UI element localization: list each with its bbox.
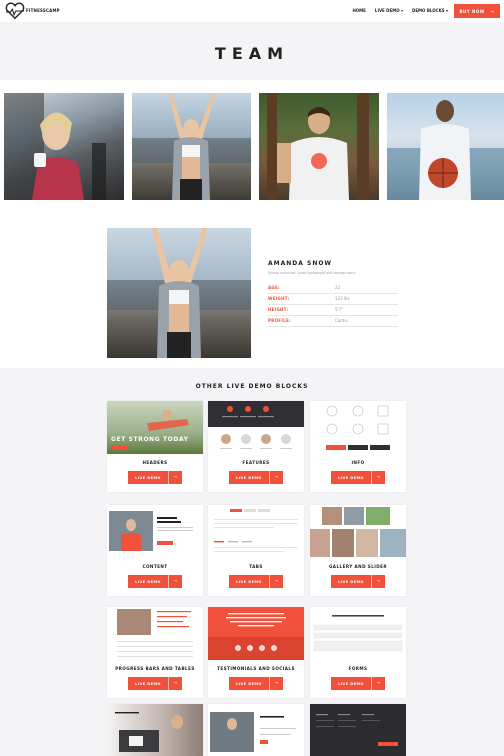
nav-links: HOME LIVE DEMO ▾ DEMO BLOCKS ▾: [352, 8, 448, 13]
live-demo-label: LIVE DEMO: [135, 681, 161, 686]
demo-card-progress[interactable]: PROGRESS BARS AND TABLES LIVE DEMO →: [107, 607, 203, 698]
arrow-right-icon: →: [168, 471, 182, 484]
card-label: INFO: [351, 460, 365, 465]
team-photo-man-basketball[interactable]: [387, 93, 504, 200]
live-demo-label: LIVE DEMO: [236, 475, 262, 480]
arrow-right-icon: →: [269, 677, 283, 690]
live-demo-label: LIVE DEMO: [338, 475, 364, 480]
member-info-row: AGE: 22: [268, 284, 398, 294]
info-value-profile: Cardio: [335, 318, 348, 323]
card-thumbnail: GET STRONG TODAY: [107, 401, 203, 454]
member-info-row: HEIGHT: 5'7": [268, 306, 398, 316]
card-label: FEATURES: [242, 460, 270, 465]
arrow-right-icon: →: [371, 471, 385, 484]
demo-card-partial[interactable]: [310, 704, 406, 756]
demo-card-headers[interactable]: GET STRONG TODAY HEADERS LIVE DEMO →: [107, 401, 203, 492]
card-thumbnail: [107, 505, 203, 558]
info-value-height: 5'7": [335, 307, 344, 312]
card-thumbnail: [310, 505, 406, 558]
arrow-right-icon: →: [269, 471, 283, 484]
buy-now-label: BUY NOW: [459, 8, 485, 14]
member-info-row: WEIGHT: 123 lbs: [268, 295, 398, 305]
live-demo-button[interactable]: LIVE DEMO →: [229, 471, 283, 484]
live-demo-button[interactable]: LIVE DEMO →: [229, 677, 283, 690]
featured-member-photo: [107, 228, 251, 358]
member-description: Fitness instructor. Loves lightweight an…: [268, 271, 357, 275]
live-demo-button[interactable]: LIVE DEMO →: [128, 677, 182, 690]
card-label: TABS: [249, 564, 263, 569]
nav-link-live-demo[interactable]: LIVE DEMO ▾: [375, 8, 403, 13]
info-value-age: 22: [335, 285, 341, 290]
live-demo-label: LIVE DEMO: [338, 579, 364, 584]
card-label: PROGRESS BARS AND TABLES: [115, 666, 195, 671]
demo-card-info[interactable]: INFO LIVE DEMO →: [310, 401, 406, 492]
live-demo-button[interactable]: LIVE DEMO →: [229, 575, 283, 588]
demo-card-tabs[interactable]: TABS LIVE DEMO →: [208, 505, 304, 596]
demo-card-partial[interactable]: [107, 704, 203, 756]
demo-card-partial[interactable]: [208, 704, 304, 756]
live-demo-button[interactable]: LIVE DEMO →: [128, 575, 182, 588]
team-photo-man-forest[interactable]: [259, 93, 379, 200]
card-label: CONTENT: [142, 564, 168, 569]
card-thumbnail: [310, 401, 406, 454]
team-photo-woman-coffee[interactable]: [4, 93, 124, 200]
card-label: HEADERS: [142, 460, 168, 465]
live-demo-button[interactable]: LIVE DEMO →: [331, 471, 385, 484]
live-demo-button[interactable]: LIVE DEMO →: [128, 471, 182, 484]
info-label-height: HEIGHT:: [268, 307, 289, 312]
brand-name[interactable]: FITNESSCAMP: [26, 8, 60, 13]
arrow-right-icon: →: [168, 575, 182, 588]
info-label-age: AGE:: [268, 285, 280, 290]
live-demo-label: LIVE DEMO: [338, 681, 364, 686]
arrow-right-icon: →: [371, 575, 385, 588]
nav-link-home[interactable]: HOME: [352, 8, 365, 13]
card-thumbnail: [107, 607, 203, 660]
card-thumbnail: [310, 704, 406, 756]
info-label-profile: PROFILE:: [268, 318, 291, 323]
mini-button: [111, 446, 127, 449]
team-photo-woman-stretch[interactable]: [132, 93, 251, 200]
arrow-right-icon: →: [269, 575, 283, 588]
buy-now-button[interactable]: BUY NOW →: [454, 4, 500, 18]
live-demo-button[interactable]: LIVE DEMO →: [331, 677, 385, 690]
arrow-right-icon: →: [168, 677, 182, 690]
hero-preview-text: GET STRONG TODAY: [111, 436, 189, 443]
card-label: FORMS: [348, 666, 368, 671]
info-value-weight: 123 lbs: [335, 296, 350, 301]
navbar: FITNESSCAMP HOME LIVE DEMO ▾ DEMO BLOCKS…: [0, 0, 504, 22]
live-demo-label: LIVE DEMO: [236, 681, 262, 686]
card-thumbnail: [208, 607, 304, 660]
live-demo-label: LIVE DEMO: [236, 579, 262, 584]
demo-card-features[interactable]: FEATURES LIVE DEMO →: [208, 401, 304, 492]
demo-card-gallery[interactable]: GALLERY AND SLIDER LIVE DEMO →: [310, 505, 406, 596]
live-demo-button[interactable]: LIVE DEMO →: [331, 575, 385, 588]
live-demo-label: LIVE DEMO: [135, 475, 161, 480]
card-thumbnail: [107, 704, 203, 756]
card-thumbnail: [208, 401, 304, 454]
card-label: TESTIMONIALS AND SOCIALS: [217, 666, 295, 671]
demo-card-content[interactable]: CONTENT LIVE DEMO →: [107, 505, 203, 596]
arrow-right-icon: →: [490, 8, 495, 14]
other-demos-title: OTHER LIVE DEMO BLOCKS: [195, 383, 309, 390]
arrow-right-icon: →: [371, 677, 385, 690]
info-label-weight: WEIGHT:: [268, 296, 290, 301]
card-thumbnail: [208, 505, 304, 558]
demo-card-testimonials[interactable]: TESTIMONIALS AND SOCIALS LIVE DEMO →: [208, 607, 304, 698]
live-demo-label: LIVE DEMO: [135, 579, 161, 584]
heart-pulse-icon[interactable]: [4, 2, 26, 20]
member-info-row: PROFILE: Cardio: [268, 317, 398, 327]
demo-card-forms[interactable]: FORMS LIVE DEMO →: [310, 607, 406, 698]
card-label: GALLERY AND SLIDER: [328, 564, 388, 569]
nav-link-demo-blocks[interactable]: DEMO BLOCKS ▾: [412, 8, 448, 13]
page-title: TEAM: [214, 44, 290, 63]
card-thumbnail: [208, 704, 304, 756]
member-name: AMANDA SNOW: [268, 260, 333, 267]
card-thumbnail: [310, 607, 406, 660]
